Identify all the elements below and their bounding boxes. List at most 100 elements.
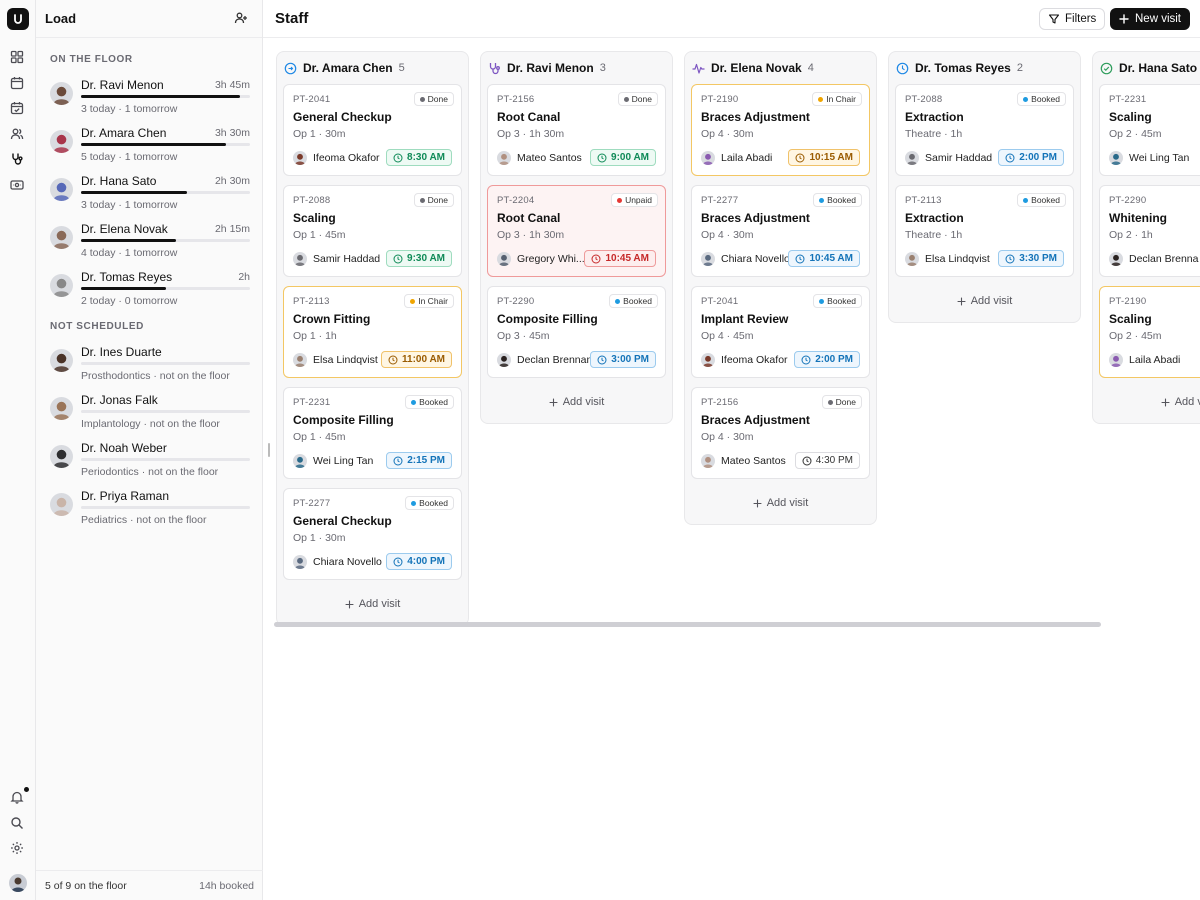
procedure-name: Extraction (905, 211, 964, 225)
column-visit-count: 4 (807, 62, 814, 74)
app-logo[interactable] (7, 8, 29, 30)
board-horizontal-scrollbar[interactable] (274, 622, 1101, 627)
status-badge: Done (617, 92, 658, 106)
operatory-duration: Theatre · 1h (905, 229, 963, 241)
visit-card[interactable]: PT-2231 Scaling Op 2 · 45m Wei Ling Tan (1099, 84, 1200, 176)
time-chip[interactable]: 11:00 AM (381, 351, 452, 368)
add-visit-button[interactable]: Add visit (685, 488, 876, 518)
visit-card[interactable]: PT-2290 Booked Composite Filling Op 3 · 45m… (487, 286, 666, 378)
users-icon[interactable] (10, 127, 26, 143)
search-icon[interactable] (10, 816, 26, 832)
time-chip[interactable]: 10:15 AM (788, 149, 860, 166)
patient-avatar (293, 151, 307, 165)
visit-card[interactable]: PT-2231 Booked Composite Filling Op 1 · 45m… (283, 387, 462, 479)
visit-card[interactable]: PT-2156 Done Root Canal Op 3 · 1h 30m Mateo … (487, 84, 666, 176)
patient-name: Elsa Lindqvist (925, 253, 990, 265)
clock-icon (795, 254, 805, 263)
bell-icon[interactable] (10, 790, 26, 806)
visit-card[interactable]: PT-2156 Done Braces Adjustment Op 4 · 30m Ma… (691, 387, 870, 479)
load-bar (81, 143, 250, 146)
doctor-visits: 2 today · 0 tomorrow (81, 295, 178, 307)
calendar-icon[interactable] (10, 76, 26, 92)
circle-arrow-icon (284, 62, 297, 75)
visit-card[interactable]: PT-2041 Done General Checkup Op 1 · 30m Ifeo… (283, 84, 462, 176)
time-chip[interactable]: 10:45 AM (788, 250, 860, 267)
visit-time: 10:15 AM (809, 152, 853, 163)
visit-card[interactable]: PT-2190 Scaling Op 2 · 45m Laila Abadi (1099, 286, 1200, 378)
time-chip[interactable]: 3:30 PM (998, 250, 1064, 267)
stethoscope-icon[interactable] (10, 152, 26, 168)
time-chip[interactable]: 4:00 PM (386, 553, 452, 570)
add-staff-icon[interactable] (234, 11, 250, 27)
visit-card[interactable]: PT-2290 Whitening Op 2 · 1h Declan Brenna (1099, 185, 1200, 277)
id-card-icon[interactable] (10, 178, 26, 194)
calendar-check-icon[interactable] (10, 101, 26, 117)
visit-card[interactable]: PT-2088 Done Scaling Op 1 · 45m Samir Haddad… (283, 185, 462, 277)
avatar (50, 445, 73, 468)
patient-name: Samir Haddad (925, 152, 993, 164)
visit-card[interactable]: PT-2277 Booked General Checkup Op 1 · 30m Ch… (283, 488, 462, 580)
visit-card[interactable]: PT-2113 In Chair Crown Fitting Op 1 · 1h Els… (283, 286, 462, 378)
avatar (50, 130, 73, 153)
unscheduled-doctor[interactable]: Dr. Jonas Falk Implantology · not on the … (50, 393, 250, 435)
patient-name: Laila Abadi (1129, 354, 1181, 366)
visit-time: 3:30 PM (1019, 253, 1057, 264)
add-visit-button[interactable]: Add visit (277, 589, 468, 619)
add-visit-button[interactable]: Add visit (889, 286, 1080, 316)
unscheduled-doctor[interactable]: Dr. Noah Weber Periodontics · not on the … (50, 441, 250, 483)
patient: Samir Haddad (905, 151, 992, 165)
patient-avatar (293, 252, 307, 266)
patient-id: PT-2190 (701, 94, 739, 105)
clock-icon (1005, 254, 1015, 263)
status-badge: In Chair (812, 92, 862, 106)
time-chip[interactable]: 9:00 AM (590, 149, 656, 166)
unscheduled-doctor[interactable]: Dr. Priya Raman Pediatrics · not on the f… (50, 489, 250, 531)
column-header: Dr. Hana Sato (1093, 52, 1200, 84)
clock-icon (1005, 153, 1015, 162)
status-badge: Done (413, 92, 454, 106)
time-chip[interactable]: 2:15 PM (386, 452, 452, 469)
current-user-avatar[interactable] (9, 874, 27, 892)
time-chip[interactable]: 8:30 AM (386, 149, 452, 166)
filters-button[interactable]: Filters (1039, 8, 1106, 30)
staff-column: Dr. Tomas Reyes 2 PT-2088 Booked Extraction T… (888, 51, 1081, 323)
procedure-name: Composite Filling (293, 413, 394, 427)
new-visit-button[interactable]: New visit (1110, 8, 1191, 30)
time-chip[interactable]: 3:00 PM (590, 351, 656, 368)
on-floor-doctor[interactable]: Dr. Amara Chen 3h 30m 5 today · 1 tomorrow (50, 126, 250, 168)
doctor-hours: 3h 30m (214, 127, 250, 139)
time-chip[interactable]: 9:30 AM (386, 250, 452, 267)
add-visit-button[interactable]: Add visit (1093, 387, 1200, 417)
status-badge: Booked (405, 496, 454, 510)
on-floor-doctor[interactable]: Dr. Tomas Reyes 2h 2 today · 0 tomorrow (50, 270, 250, 312)
visit-card[interactable]: PT-2041 Booked Implant Review Op 4 · 45m Ife… (691, 286, 870, 378)
time-chip[interactable]: 4:30 PM (794, 452, 860, 469)
status-label: Done (835, 397, 856, 407)
visit-card[interactable]: PT-2113 Booked Extraction Theatre · 1h Elsa … (895, 185, 1074, 277)
time-chip[interactable]: 2:00 PM (794, 351, 860, 368)
patient-id: PT-2231 (1109, 94, 1147, 105)
visit-time: 2:00 PM (815, 354, 853, 365)
visit-time: 9:30 AM (407, 253, 445, 264)
visit-card[interactable]: PT-2204 Unpaid Root Canal Op 3 · 1h 30m Greg… (487, 185, 666, 277)
staff-column: Dr. Amara Chen 5 PT-2041 Done General Checku… (276, 51, 469, 626)
visit-card[interactable]: PT-2190 In Chair Braces Adjustment Op 4 · 3… (691, 84, 870, 176)
patient-name: Declan Brennan (517, 354, 593, 366)
on-floor-doctor[interactable]: Dr. Elena Novak 2h 15m 4 today · 1 tomorro… (50, 222, 250, 264)
activity-icon (692, 62, 705, 75)
time-chip[interactable]: 2:00 PM (998, 149, 1064, 166)
dashboard-icon[interactable] (10, 50, 26, 66)
on-floor-doctor[interactable]: Dr. Hana Sato 2h 30m 3 today · 1 tomorrow (50, 174, 250, 216)
gear-icon[interactable] (10, 841, 26, 857)
procedure-name: Scaling (1109, 312, 1152, 326)
doctor-name: Dr. Ines Duarte (81, 345, 162, 359)
visit-card[interactable]: PT-2277 Booked Braces Adjustment Op 4 · 30m… (691, 185, 870, 277)
unscheduled-doctor[interactable]: Dr. Ines Duarte Prosthodontics · not on t… (50, 345, 250, 387)
patient-id: PT-2156 (497, 94, 535, 105)
time-chip[interactable]: 10:45 AM (584, 250, 656, 267)
on-floor-doctor[interactable]: Dr. Ravi Menon 3h 45m 3 today · 1 tomorrow (50, 78, 250, 120)
visit-time: 10:45 AM (809, 253, 853, 264)
avatar (50, 226, 73, 249)
add-visit-button[interactable]: Add visit (481, 387, 672, 417)
visit-card[interactable]: PT-2088 Booked Extraction Theatre · 1h Samir… (895, 84, 1074, 176)
